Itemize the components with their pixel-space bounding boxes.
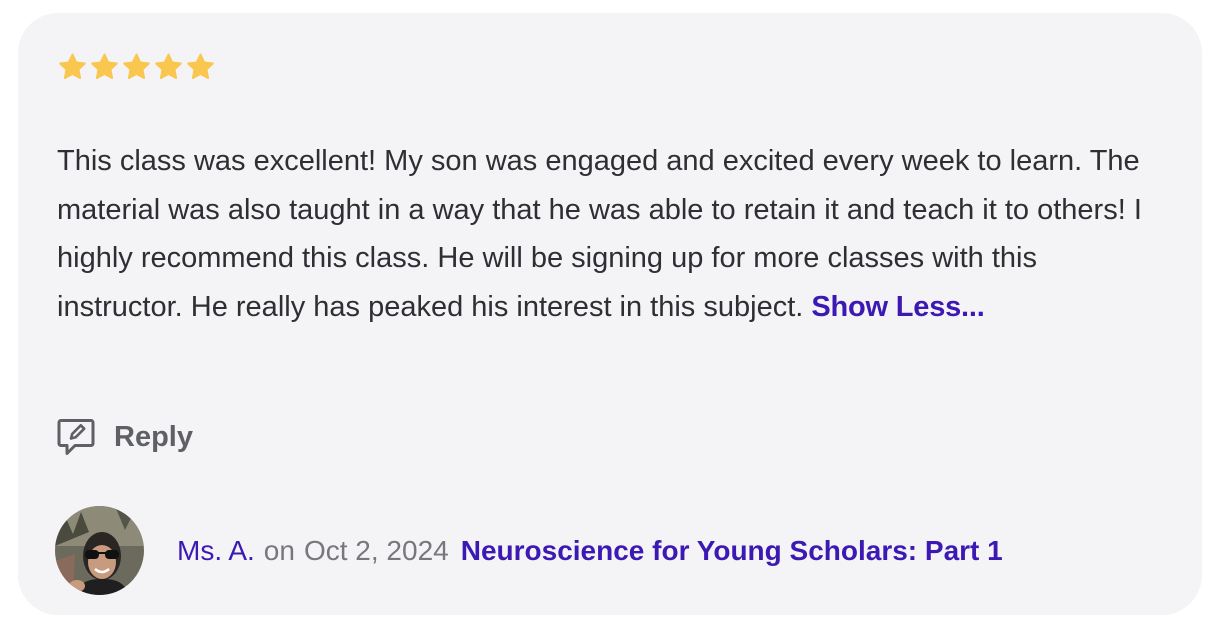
class-title-link[interactable]: Neuroscience for Young Scholars: Part 1 <box>461 535 1003 567</box>
star-icon <box>90 53 119 81</box>
avatar[interactable] <box>55 506 144 595</box>
show-less-link[interactable]: Show Less... <box>811 291 984 323</box>
review-date: Oct 2, 2024 <box>303 534 449 566</box>
star-icon <box>186 53 215 81</box>
star-icon <box>58 53 87 81</box>
star-icon <box>122 53 151 81</box>
review-author-row: Ms. A. on Oct 2, 2024 Neuroscience for Y… <box>55 506 1003 595</box>
reply-button[interactable]: Reply <box>56 417 193 457</box>
star-rating <box>58 53 215 81</box>
on-label: on <box>263 534 295 566</box>
author-name[interactable]: Ms. A. <box>177 535 255 567</box>
review-card: This class was excellent! My son was eng… <box>18 13 1202 615</box>
reply-label: Reply <box>114 420 193 453</box>
review-body: This class was excellent! My son was eng… <box>57 137 1167 331</box>
star-icon <box>154 53 183 81</box>
author-meta: Ms. A. on Oct 2, 2024 Neuroscience for Y… <box>177 535 1003 567</box>
reply-edit-icon <box>56 417 96 457</box>
